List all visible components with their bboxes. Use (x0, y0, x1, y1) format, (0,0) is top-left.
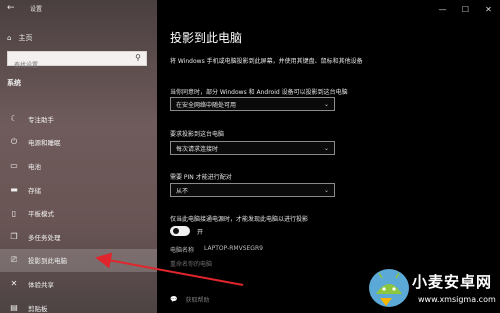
sidebar: ⌂ 主页 ⚲ 系统 ☾ 专注助手 ⏻ 电源和睡眠 ▭ 电池 ▬ 存储 ▯ 平板模… (0, 0, 157, 313)
sidebar-item-label: 专注助手 (28, 115, 54, 124)
shared-experiences-icon: ✕ (10, 279, 18, 289)
back-arrow-icon[interactable]: ← (7, 3, 15, 13)
pin-value: 从不 (176, 187, 189, 195)
power-discovery-label: 仅当此电脑接通电源时，才能发现此电脑以进行投影 (170, 216, 309, 223)
multitasking-icon: ❐ (10, 232, 18, 242)
android-logo-icon (369, 269, 409, 307)
sidebar-item-battery[interactable]: ▭ 电池 (0, 154, 157, 178)
sidebar-item-label: 投影到此电脑 (28, 257, 67, 266)
projector-icon: ⎚ (10, 255, 18, 265)
pin-label: 需要 PIN 才能进行配对 (170, 174, 232, 181)
home-icon: ⌂ (7, 34, 12, 42)
toggle-knob (173, 228, 179, 234)
sidebar-item-label: 平板模式 (28, 210, 54, 219)
ask-to-project-value: 每次请求连接时 (176, 145, 219, 153)
chevron-down-icon: ⌄ (323, 186, 329, 194)
sidebar-item-power-sleep[interactable]: ⏻ 电源和睡眠 (0, 131, 157, 155)
watermark: 小麦安卓网 www.xmsigma.com (362, 262, 500, 313)
sidebar-item-label: 电池 (28, 162, 41, 171)
help-link[interactable]: 获取帮助 (185, 295, 209, 304)
sidebar-item-label: 电源和睡眠 (28, 139, 61, 148)
sidebar-item-multitasking[interactable]: ❐ 多任务处理 (0, 225, 157, 249)
battery-icon: ▭ (10, 161, 18, 171)
page-title: 投影到此电脑 (170, 31, 243, 45)
availability-label: 当你同意时，部分 Windows 和 Android 设备可以投影到这台电脑 (170, 89, 348, 96)
sidebar-item-label: 体验共享 (28, 280, 54, 289)
help-icon: 💬 (170, 296, 178, 303)
sidebar-item-shared-experiences[interactable]: ✕ 体验共享 (0, 272, 157, 296)
chevron-down-icon: ⌄ (323, 144, 329, 152)
search-box[interactable]: ⚲ (7, 51, 147, 72)
toggle-state: 开 (197, 228, 204, 236)
pc-name-row: 电脑名称 LAPTOP-RMVSEGR9 (170, 245, 263, 254)
storage-icon: ▬ (10, 185, 18, 195)
pin-dropdown[interactable]: 从不 ⌄ (170, 183, 335, 197)
sidebar-item-project-to-pc[interactable]: ⎚ 投影到此电脑 (0, 248, 157, 273)
pc-name-value: LAPTOP-RMVSEGR9 (204, 245, 263, 252)
chevron-down-icon: ⌄ (323, 100, 329, 108)
sidebar-item-label: 存储 (28, 186, 41, 195)
availability-value: 在安全网络中随处可用 (176, 101, 237, 109)
sidebar-item-label: 多任务处理 (28, 233, 61, 242)
home-label: 主页 (18, 34, 33, 42)
sidebar-item-label: 剪贴板 (28, 304, 48, 313)
sidebar-item-tablet-mode[interactable]: ▯ 平板模式 (0, 201, 157, 225)
tablet-icon: ▯ (11, 208, 17, 218)
rename-pc-link[interactable]: 重命名你的电脑 (170, 259, 212, 268)
sidebar-item-clipboard[interactable]: ▤ 剪贴板 (0, 296, 157, 313)
window-title: 设置 (30, 6, 43, 13)
clipboard-icon: ▤ (10, 303, 18, 313)
availability-dropdown[interactable]: 在安全网络中随处可用 ⌄ (170, 97, 335, 111)
power-icon: ⏻ (10, 137, 18, 147)
search-input[interactable] (8, 59, 132, 72)
watermark-url: www.xmsigma.com (418, 295, 496, 304)
search-icon[interactable]: ⚲ (135, 53, 141, 62)
help-row[interactable]: 💬 获取帮助 (170, 295, 210, 304)
pc-name-label: 电脑名称 (170, 247, 195, 254)
page-description: 将 Windows 手机或电脑投影到此屏幕，并使用其键盘、鼠标和其他设备 (170, 58, 363, 65)
ask-to-project-label: 要求投影到这台电脑 (170, 131, 225, 138)
moon-icon: ☾ (10, 114, 18, 124)
power-discovery-toggle[interactable] (170, 226, 190, 236)
power-discovery-toggle-row: 开 (170, 226, 203, 236)
watermark-name: 小麦安卓网 (412, 273, 493, 291)
sidebar-nav: ☾ 专注助手 ⏻ 电源和睡眠 ▭ 电池 ▬ 存储 ▯ 平板模式 ❐ 多任务处理 … (0, 107, 157, 313)
ask-to-project-dropdown[interactable]: 每次请求连接时 ⌄ (170, 141, 335, 155)
sidebar-item-storage[interactable]: ▬ 存储 (0, 178, 157, 202)
section-label: 系统 (7, 79, 21, 87)
sidebar-item-focus-assist[interactable]: ☾ 专注助手 (0, 107, 157, 131)
home-nav-item[interactable]: ⌂ 主页 (7, 33, 32, 43)
